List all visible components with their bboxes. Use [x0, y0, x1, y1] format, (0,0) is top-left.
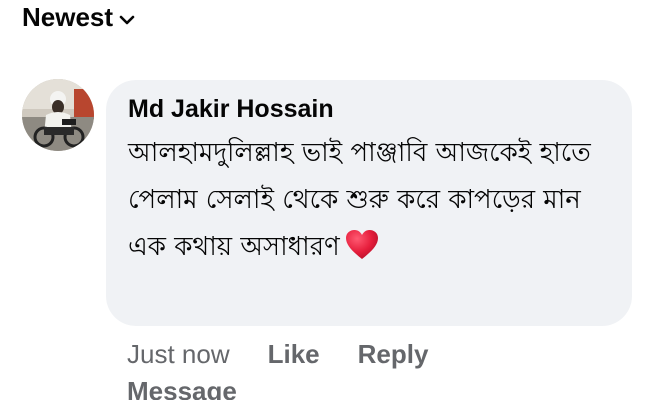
comments-panel: Newest Md Jakir Hossain আলহামদুলিল্লাহ ভ… — [0, 0, 654, 400]
comment-actions: Just now Like Reply — [127, 337, 647, 371]
sort-label: Newest — [22, 2, 114, 32]
avatar[interactable] — [22, 79, 94, 151]
message-button[interactable]: Message — [127, 374, 237, 400]
like-button[interactable]: Like — [268, 339, 320, 370]
comment-text: আলহামদুলিল্লাহ ভাই পাঞ্জাবি আজকেই হাতে প… — [128, 130, 598, 271]
comment-bubble: Md Jakir Hossain আলহামদুলিল্লাহ ভাই পাঞ্… — [106, 80, 632, 326]
chevron-down-icon — [119, 11, 135, 25]
heart-icon — [344, 228, 380, 261]
comment-timestamp[interactable]: Just now — [127, 339, 230, 370]
reply-button[interactable]: Reply — [358, 339, 429, 370]
sort-dropdown[interactable]: Newest — [22, 0, 135, 34]
comment-author[interactable]: Md Jakir Hossain — [128, 94, 610, 124]
